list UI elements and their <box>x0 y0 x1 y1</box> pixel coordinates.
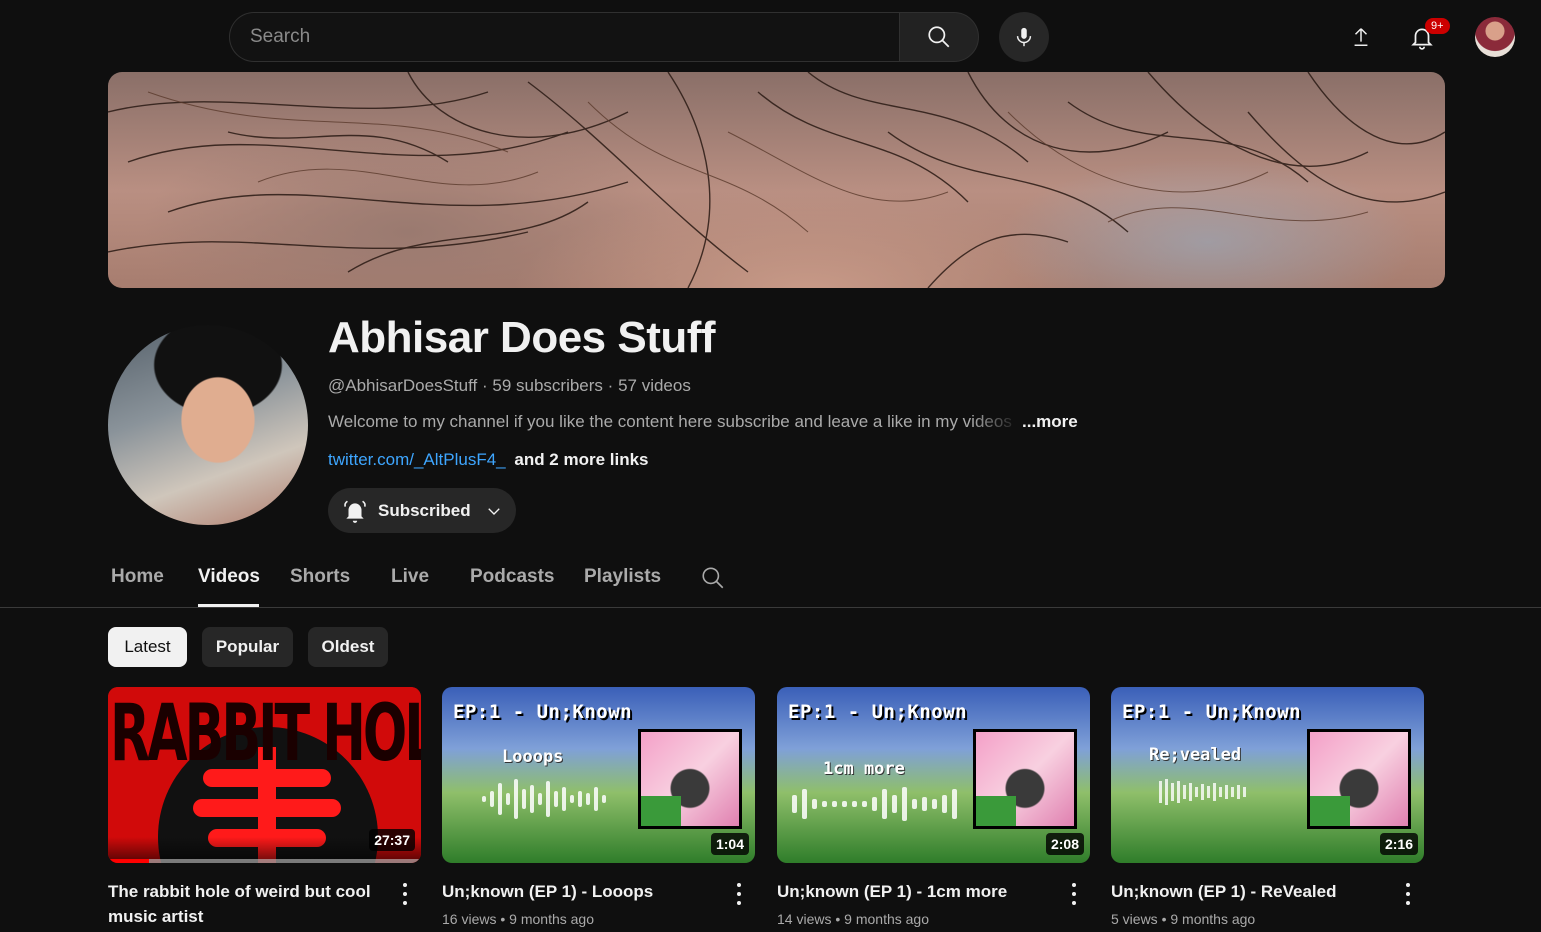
channel-avatar <box>108 325 308 525</box>
more-actions-button[interactable] <box>1398 883 1418 905</box>
tab-videos[interactable]: Videos <box>198 566 260 588</box>
top-bar: 9+ <box>0 0 1541 72</box>
upload-age: 9 months ago <box>844 911 929 927</box>
more-links-button[interactable]: and 2 more links <box>514 450 648 469</box>
video-title[interactable]: Un;known (EP 1) - 1cm more <box>777 879 1057 904</box>
channel-banner <box>108 72 1445 288</box>
bell-ringing-icon <box>344 500 366 523</box>
thumbnail-text: RABBIT HOLE <box>110 687 421 779</box>
description-more-link[interactable]: ...more <box>1022 412 1078 432</box>
video-meta: 5 views • 9 months ago <box>1111 911 1256 927</box>
album-cover <box>638 729 742 829</box>
more-actions-button[interactable] <box>729 883 749 905</box>
channel-description[interactable]: Welcome to my channel if you like the co… <box>328 412 1020 432</box>
more-actions-button[interactable] <box>395 883 415 905</box>
video-thumbnail[interactable]: EP:1 - Un;Known Looops 1:04 <box>442 687 755 863</box>
channel-name: Abhisar Does Stuff <box>328 313 716 362</box>
video-thumbnail[interactable]: RABBIT HOLE 27:37 <box>108 687 421 863</box>
thumbnail-track: 1cm more <box>823 759 905 779</box>
video-title[interactable]: The rabbit hole of weird but cool music … <box>108 879 388 929</box>
twitter-link[interactable]: twitter.com/_AltPlusF4_ <box>328 450 506 469</box>
upload-age: 9 months ago <box>1170 911 1256 927</box>
video-count: 57 videos <box>618 376 691 395</box>
video-meta: 16 views • 9 months ago <box>442 911 594 927</box>
chip-popular[interactable]: Popular <box>202 627 293 667</box>
thumbnail-track: Re;vealed <box>1149 745 1242 765</box>
tab-home[interactable]: Home <box>111 566 164 588</box>
album-cover <box>973 729 1077 829</box>
thumbnail-header: EP:1 - Un;Known <box>788 701 968 723</box>
watch-progress-track <box>148 859 421 863</box>
search-input[interactable] <box>229 12 899 62</box>
chip-oldest[interactable]: Oldest <box>308 627 388 667</box>
video-duration: 2:08 <box>1045 833 1084 855</box>
subscribed-label: Subscribed <box>378 500 471 520</box>
tab-playlists[interactable]: Playlists <box>584 566 661 588</box>
upload-age: 9 months ago <box>509 911 594 927</box>
account-avatar[interactable] <box>1475 17 1515 57</box>
waveform-icon <box>482 779 606 819</box>
thumbnail-header: EP:1 - Un;Known <box>1122 701 1302 723</box>
subscribed-button[interactable]: Subscribed <box>328 488 516 533</box>
search-icon <box>702 567 724 589</box>
video-thumbnail[interactable]: EP:1 - Un;Known 1cm more 2:08 <box>777 687 1090 863</box>
channel-meta: @AbhisarDoesStuff · 59 subscribers · 57 … <box>328 376 691 395</box>
video-card[interactable]: RABBIT HOLE 27:37 The rabbit hole of wei… <box>108 687 421 926</box>
video-thumbnail[interactable]: EP:1 - Un;Known Re;vealed 2:16 <box>1111 687 1424 863</box>
channel-tabs: Home Videos Shorts Live Podcasts Playlis… <box>0 555 1541 608</box>
view-count: 16 views <box>442 911 497 927</box>
channel-search-button[interactable] <box>700 565 726 596</box>
tab-shorts[interactable]: Shorts <box>290 566 350 588</box>
video-card[interactable]: EP:1 - Un;Known Re;vealed 2:16 Un;known … <box>1111 687 1424 927</box>
active-tab-indicator <box>198 604 259 607</box>
channel-links: twitter.com/_AltPlusF4_ and 2 more links <box>328 450 649 470</box>
video-duration: 2:16 <box>1379 833 1418 855</box>
video-meta: 14 views • 9 months ago <box>777 911 929 927</box>
video-title[interactable]: Un;known (EP 1) - ReVealed <box>1111 879 1391 904</box>
tab-live[interactable]: Live <box>391 566 429 588</box>
thumbnail-track: Looops <box>502 747 564 767</box>
mic-icon <box>1016 27 1032 47</box>
search-box <box>229 12 979 62</box>
tab-podcasts[interactable]: Podcasts <box>470 566 554 588</box>
search-button[interactable] <box>899 12 979 62</box>
channel-handle: @AbhisarDoesStuff <box>328 376 478 395</box>
thumbnail-header: EP:1 - Un;Known <box>453 701 633 723</box>
chevron-down-icon <box>487 507 500 515</box>
watch-progress <box>108 859 149 863</box>
view-count: 5 views <box>1111 911 1158 927</box>
video-card[interactable]: EP:1 - Un;Known 1cm more 2:08 Un;known (… <box>777 687 1090 927</box>
video-title[interactable]: Un;known (EP 1) - Looops <box>442 879 722 904</box>
search-icon <box>928 26 950 48</box>
chip-latest[interactable]: Latest <box>108 627 187 667</box>
album-cover <box>1307 729 1411 829</box>
upload-icon <box>1354 28 1368 46</box>
video-card[interactable]: EP:1 - Un;Known Looops 1:04 Un;known (EP… <box>442 687 755 927</box>
more-actions-button[interactable] <box>1064 883 1084 905</box>
subscriber-count: 59 subscribers <box>492 376 603 395</box>
view-count: 14 views <box>777 911 832 927</box>
notification-badge: 9+ <box>1425 18 1450 34</box>
video-duration: 27:37 <box>369 829 415 851</box>
waveform-icon <box>792 787 957 821</box>
video-duration: 1:04 <box>710 833 749 855</box>
waveform-icon <box>1159 779 1246 805</box>
upload-button[interactable] <box>1341 17 1381 57</box>
voice-search-button[interactable] <box>999 12 1049 62</box>
